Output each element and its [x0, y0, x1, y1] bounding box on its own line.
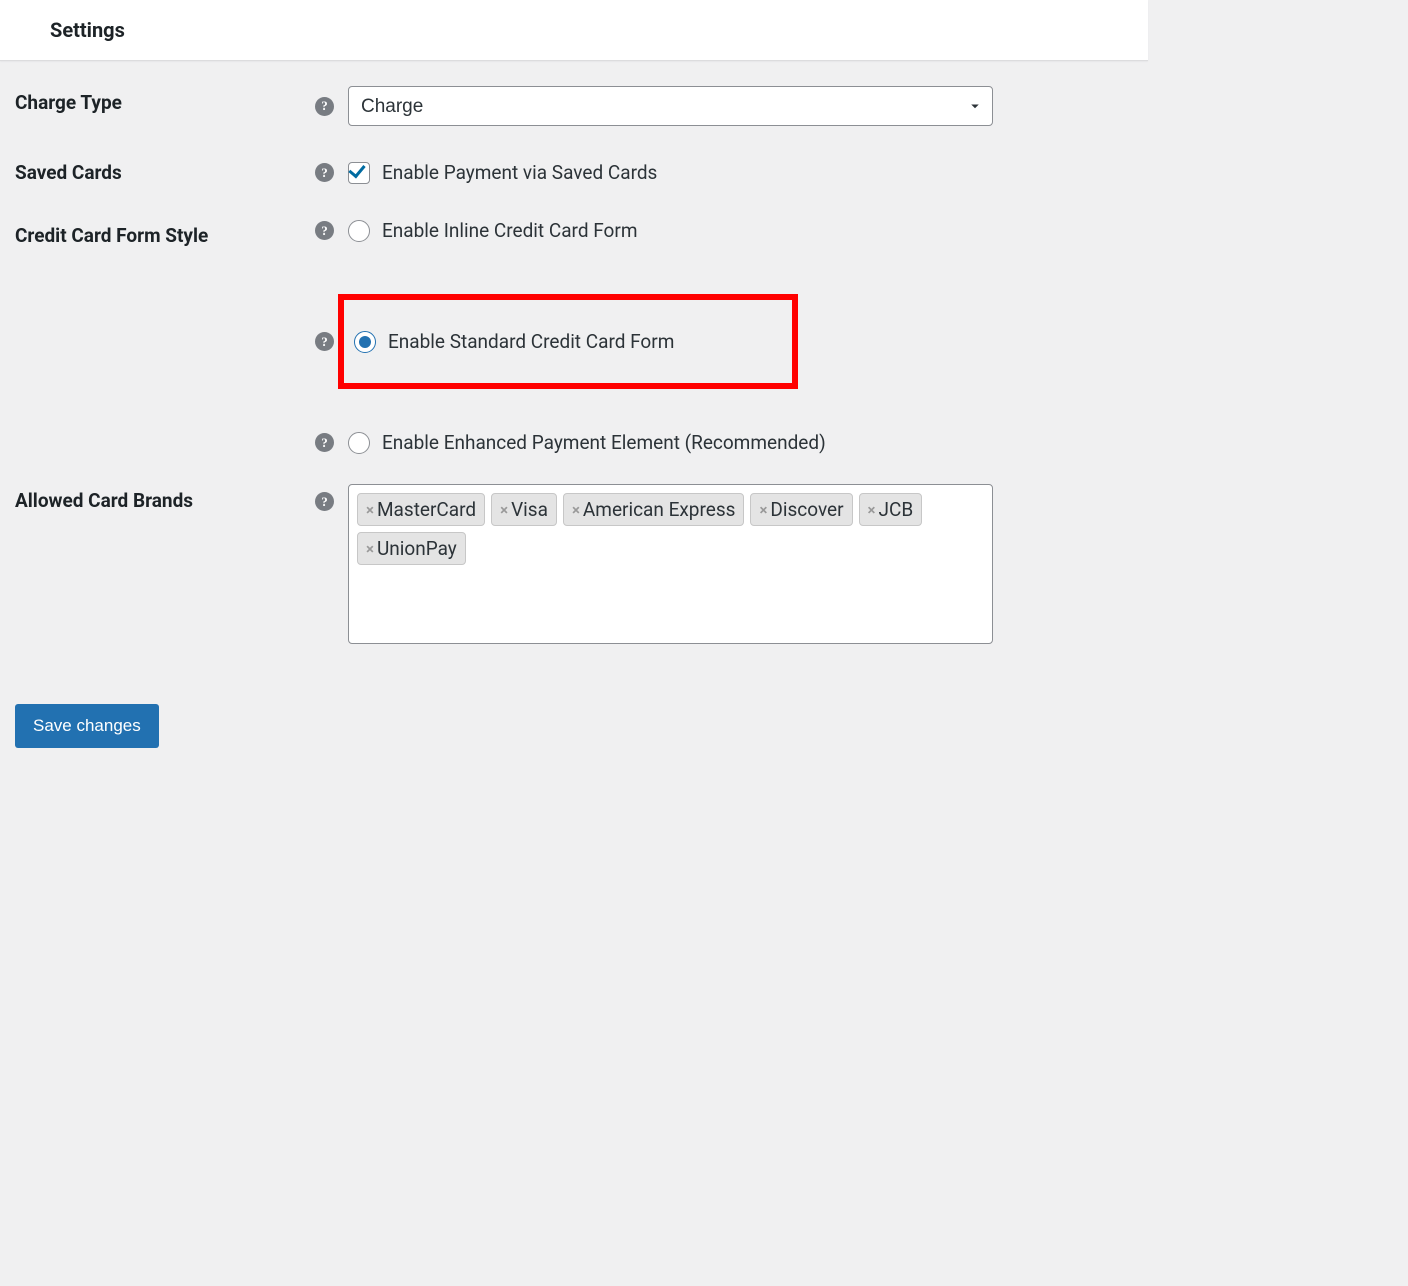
help-icon[interactable] [315, 492, 334, 511]
brand-tag: UnionPay [357, 532, 466, 565]
page-header: Settings [0, 0, 1148, 61]
allowed-brands-label: Allowed Card Brands [15, 469, 305, 659]
form-style-radio-inline[interactable] [348, 220, 370, 242]
settings-content: Charge Type Charge Authorize Saved Cards [0, 61, 1148, 788]
charge-type-select[interactable]: Charge Authorize [348, 86, 993, 126]
brand-tag: MasterCard [357, 493, 485, 526]
remove-tag-icon[interactable] [366, 540, 374, 558]
remove-tag-icon[interactable] [868, 501, 876, 519]
form-style-label: Credit Card Form Style [15, 204, 305, 469]
saved-cards-label: Saved Cards [15, 141, 305, 204]
form-style-radio-standard[interactable] [354, 331, 376, 353]
remove-tag-icon[interactable] [759, 501, 767, 519]
brand-tag: American Express [563, 493, 745, 526]
save-changes-button[interactable]: Save changes [15, 704, 159, 748]
remove-tag-icon[interactable] [572, 501, 580, 519]
remove-tag-icon[interactable] [366, 501, 374, 519]
brand-tag: JCB [859, 493, 923, 526]
form-style-radio-enhanced[interactable] [348, 432, 370, 454]
page-title: Settings [30, 18, 1118, 42]
help-icon[interactable] [315, 433, 334, 452]
saved-cards-checkbox[interactable] [348, 162, 370, 184]
form-style-radio-label[interactable]: Enable Inline Credit Card Form [382, 219, 638, 242]
remove-tag-icon[interactable] [500, 501, 508, 519]
form-style-radio-label[interactable]: Enable Enhanced Payment Element (Recomme… [382, 431, 826, 454]
help-icon[interactable] [315, 332, 334, 351]
help-icon[interactable] [315, 163, 334, 182]
brand-tag: Discover [750, 493, 852, 526]
brand-tag: Visa [491, 493, 557, 526]
help-icon[interactable] [315, 221, 334, 240]
allowed-brands-tag-input[interactable]: MasterCard Visa American Express Discove… [348, 484, 993, 644]
form-style-radio-label[interactable]: Enable Standard Credit Card Form [388, 330, 674, 353]
charge-type-label: Charge Type [15, 71, 305, 141]
saved-cards-checkbox-label[interactable]: Enable Payment via Saved Cards [382, 161, 657, 184]
highlight-box: Enable Standard Credit Card Form [338, 294, 798, 389]
help-icon[interactable] [315, 97, 334, 116]
